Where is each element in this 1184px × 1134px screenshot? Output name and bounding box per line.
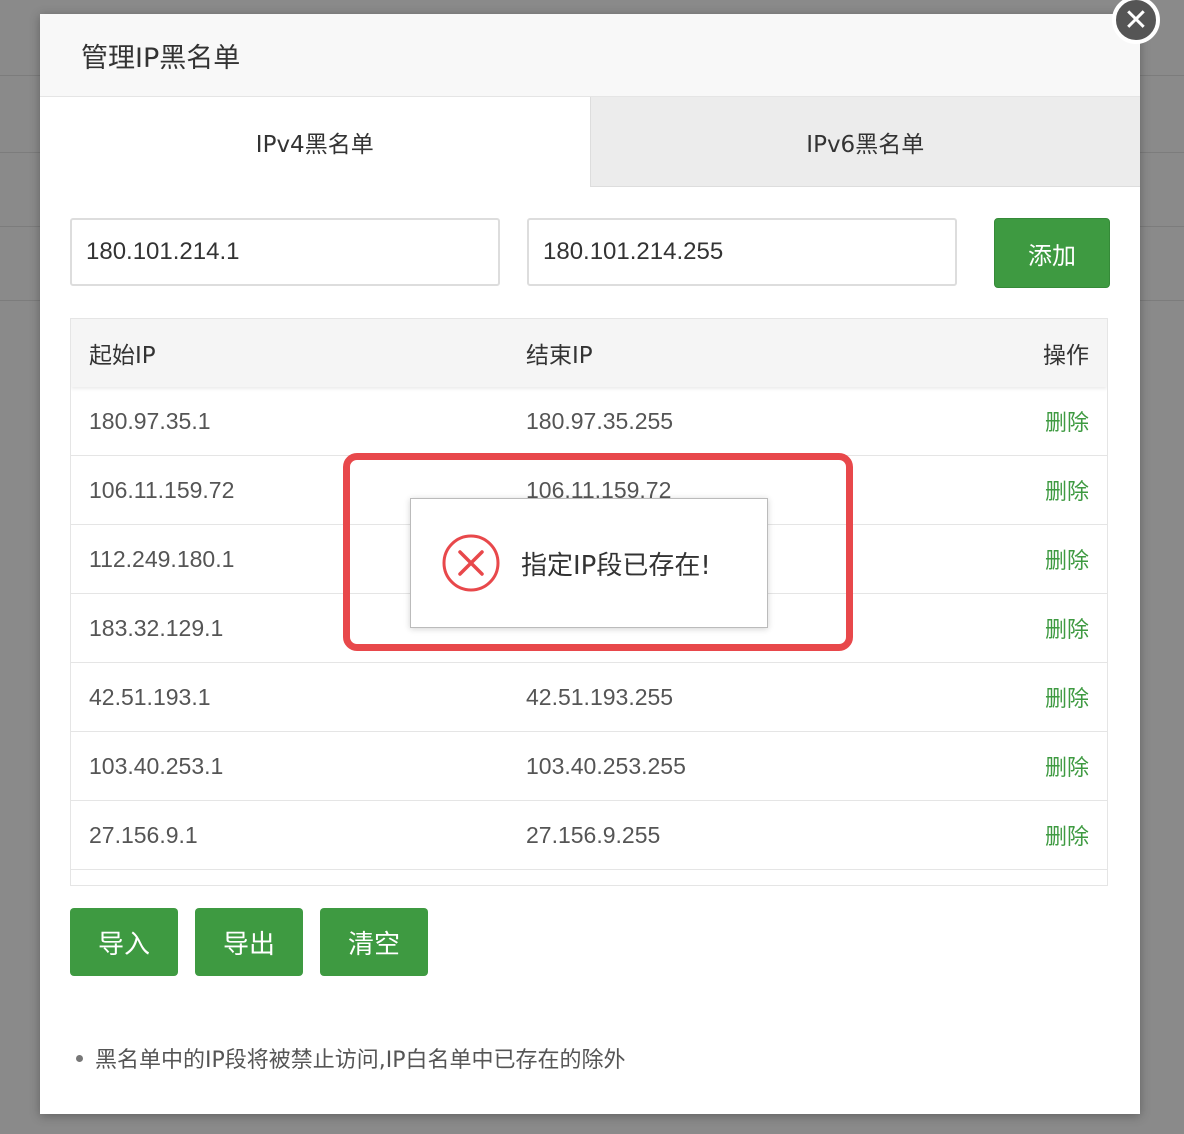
import-button[interactable]: 导入 <box>70 908 178 976</box>
modal-title: 管理IP黑名单 <box>81 42 241 74</box>
tab-label: IPv4黑名单 <box>255 132 374 158</box>
toast-message: 指定IP段已存在! <box>521 550 711 581</box>
bottom-actions: 导入 导出 清空 <box>70 908 428 976</box>
table-row: 103.40.253.1 103.40.253.255 删除 <box>71 732 1107 801</box>
header-end-ip: 结束IP <box>526 343 593 369</box>
delete-link[interactable]: 删除 <box>1045 543 1089 575</box>
help-note-text: 黑名单中的IP段将被禁止访问,IP白名单中已存在的除外 <box>95 1048 626 1073</box>
cell-start-ip: 112.249.180.1 <box>89 545 235 572</box>
clear-button[interactable]: 清空 <box>320 908 428 976</box>
cell-start-ip: 103.40.253.1 <box>89 752 224 779</box>
cell-start-ip: 42.51.193.1 <box>89 683 211 710</box>
error-toast: 指定IP段已存在! <box>410 498 768 628</box>
tab-ipv4-blacklist[interactable]: IPv4黑名单 <box>40 97 590 187</box>
add-ip-range-form: 添加 <box>70 218 1110 288</box>
modal-header: 管理IP黑名单 <box>40 14 1140 97</box>
tab-bar: IPv4黑名单 IPv6黑名单 <box>40 97 1140 187</box>
delete-link[interactable]: 删除 <box>1045 681 1089 713</box>
table-row: 180.97.35.1 180.97.35.255 删除 <box>71 387 1107 456</box>
error-circle-icon <box>442 534 500 592</box>
delete-link[interactable]: 删除 <box>1045 405 1089 437</box>
add-button[interactable]: 添加 <box>994 218 1110 288</box>
table-header: 起始IP 结束IP 操作 <box>71 319 1107 387</box>
cell-start-ip: 27.156.9.1 <box>89 821 198 848</box>
table-row: 27.156.9.1 27.156.9.255 删除 <box>71 801 1107 870</box>
close-button[interactable]: ✕ <box>1110 0 1162 44</box>
table-row: 42.51.193.1 42.51.193.255 删除 <box>71 663 1107 732</box>
header-operation: 操作 <box>1043 343 1089 369</box>
cell-end-ip: 42.51.193.255 <box>526 683 674 710</box>
bullet-icon <box>76 1054 83 1062</box>
close-icon: ✕ <box>1112 0 1160 44</box>
end-ip-input[interactable] <box>527 218 957 286</box>
delete-link[interactable]: 删除 <box>1045 750 1089 782</box>
tab-label: IPv6黑名单 <box>806 131 925 158</box>
header-start-ip: 起始IP <box>89 343 156 369</box>
cell-end-ip: 180.97.35.255 <box>526 407 674 434</box>
cell-end-ip: 27.156.9.255 <box>526 821 661 848</box>
start-ip-input[interactable] <box>70 218 500 286</box>
help-note: 黑名单中的IP段将被禁止访问,IP白名单中已存在的除外 <box>76 1042 626 1074</box>
delete-link[interactable]: 删除 <box>1045 474 1089 506</box>
cell-start-ip: 106.11.159.72 <box>89 476 235 503</box>
cell-end-ip: 103.40.253.255 <box>526 752 686 779</box>
cell-start-ip: 183.32.129.1 <box>89 614 224 641</box>
export-button[interactable]: 导出 <box>195 908 303 976</box>
delete-link[interactable]: 删除 <box>1045 819 1089 851</box>
tab-ipv6-blacklist[interactable]: IPv6黑名单 <box>589 97 1140 187</box>
cell-start-ip: 180.97.35.1 <box>89 407 211 434</box>
delete-link[interactable]: 删除 <box>1045 612 1089 644</box>
